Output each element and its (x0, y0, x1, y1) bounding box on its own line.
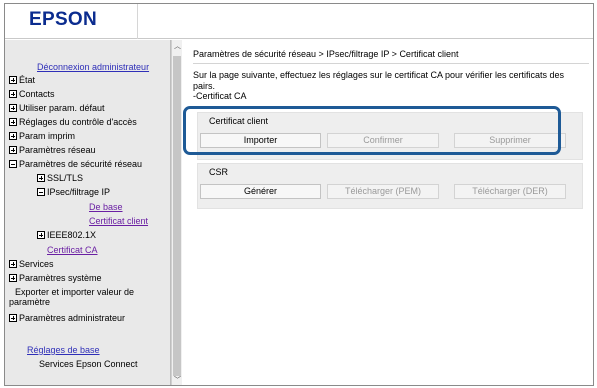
expand-icon[interactable] (9, 132, 17, 140)
sidebar-item-label: Param imprim (19, 131, 76, 141)
expand-icon[interactable] (37, 231, 45, 239)
breadcrumb: Paramètres de sécurité réseau > IPsec/fi… (193, 49, 459, 59)
sidebar-scrollbar[interactable]: ︿ ﹀ (171, 40, 182, 385)
sidebar-item-etat[interactable]: État (9, 75, 35, 85)
expand-icon[interactable] (9, 146, 17, 154)
sidebar-item-label: Paramètres réseau (19, 145, 96, 155)
sidebar-item-epson-connect[interactable]: Services Epson Connect (39, 359, 138, 369)
highlight-callout (183, 106, 561, 155)
expand-icon[interactable] (9, 104, 17, 112)
expand-icon[interactable] (9, 118, 17, 126)
collapse-icon[interactable] (9, 160, 17, 168)
expand-icon[interactable] (9, 260, 17, 268)
sidebar-item-label: Exporter et importer valeur de (15, 287, 135, 297)
sidebar-item-services[interactable]: Services (9, 259, 54, 269)
description-line: -Certificat CA (193, 91, 247, 101)
description-line: Sur la page suivante, effectuez les régl… (193, 70, 565, 80)
sidebar-item-label: Contacts (19, 89, 55, 99)
scroll-down-icon[interactable]: ﹀ (173, 376, 182, 385)
csr-panel: CSR Générer Télécharger (PEM) Télécharge… (197, 163, 583, 209)
sidebar-item-admin-settings[interactable]: Paramètres administrateur (9, 313, 125, 323)
sidebar-item-access-control[interactable]: Réglages du contrôle d'accès (9, 117, 137, 127)
expand-icon[interactable] (9, 90, 17, 98)
sidebar-item-label: paramètre (9, 297, 51, 307)
sidebar-item-ipsec[interactable]: IPsec/filtrage IP (37, 187, 110, 197)
sidebar-item-label: IEEE802.1X (47, 230, 97, 240)
scroll-thumb[interactable] (173, 56, 181, 376)
sidebar-item-network-security[interactable]: Paramètres de sécurité réseau (9, 159, 142, 169)
sidebar-link-ca-certificate[interactable]: Certificat CA (47, 245, 98, 255)
sidebar-item-label: Utiliser param. défaut (19, 103, 105, 113)
download-der-button[interactable]: Télécharger (DER) (454, 184, 566, 199)
sidebar-item-label: Paramètres de sécurité réseau (19, 159, 143, 169)
main-content: Paramètres de sécurité réseau > IPsec/fi… (183, 40, 593, 385)
csr-title: CSR (209, 167, 229, 177)
expand-icon[interactable] (9, 76, 17, 84)
sidebar-item-contacts[interactable]: Contacts (9, 89, 55, 99)
breadcrumb-divider (193, 63, 589, 64)
sidebar-link-ipsec-basic[interactable]: De base (89, 202, 123, 212)
sidebar-item-print-settings[interactable]: Param imprim (9, 131, 75, 141)
expand-icon[interactable] (9, 314, 17, 322)
basic-settings-link[interactable]: Réglages de base (27, 345, 100, 355)
sidebar-item-label: Services Epson Connect (39, 359, 138, 369)
sidebar-item-label: Paramètres administrateur (19, 313, 126, 323)
sidebar-item-label: Paramètres système (19, 273, 102, 283)
sidebar-item-ieee8021x[interactable]: IEEE802.1X (37, 230, 96, 240)
browser-frame: EPSON Déconnexion administrateur État Co… (4, 3, 594, 386)
scroll-up-icon[interactable]: ︿ (173, 42, 182, 52)
expand-icon[interactable] (9, 274, 17, 282)
expand-icon[interactable] (37, 174, 45, 182)
download-pem-button[interactable]: Télécharger (PEM) (327, 184, 439, 199)
sidebar-item-label: SSL/TLS (47, 173, 84, 183)
sidebar-item-label: État (19, 75, 36, 85)
logout-admin-link[interactable]: Déconnexion administrateur (37, 62, 149, 72)
sidebar-item-export-import-cont[interactable]: paramètre (9, 297, 50, 307)
sidebar-item-system-settings[interactable]: Paramètres système (9, 273, 102, 283)
sidebar-item-ssl-tls[interactable]: SSL/TLS (37, 173, 83, 183)
header: EPSON (5, 4, 593, 39)
epson-logo: EPSON (29, 9, 98, 30)
collapse-icon[interactable] (37, 188, 45, 196)
sidebar-item-export-import[interactable]: Exporter et importer valeur de (15, 287, 134, 297)
sidebar-item-default-settings[interactable]: Utiliser param. défaut (9, 103, 105, 113)
generate-button[interactable]: Générer (200, 184, 321, 199)
description: Sur la page suivante, effectuez les régl… (193, 70, 588, 102)
header-divider (137, 4, 138, 39)
sidebar-link-client-certificate[interactable]: Certificat client (89, 216, 148, 226)
sidebar-item-network-settings[interactable]: Paramètres réseau (9, 145, 96, 155)
description-line: pairs. (193, 80, 216, 91)
sidebar-item-label: IPsec/filtrage IP (47, 187, 111, 197)
sidebar-item-label: Réglages du contrôle d'accès (19, 117, 137, 127)
sidebar-item-label: Services (19, 259, 54, 269)
sidebar: Déconnexion administrateur État Contacts… (5, 40, 171, 385)
